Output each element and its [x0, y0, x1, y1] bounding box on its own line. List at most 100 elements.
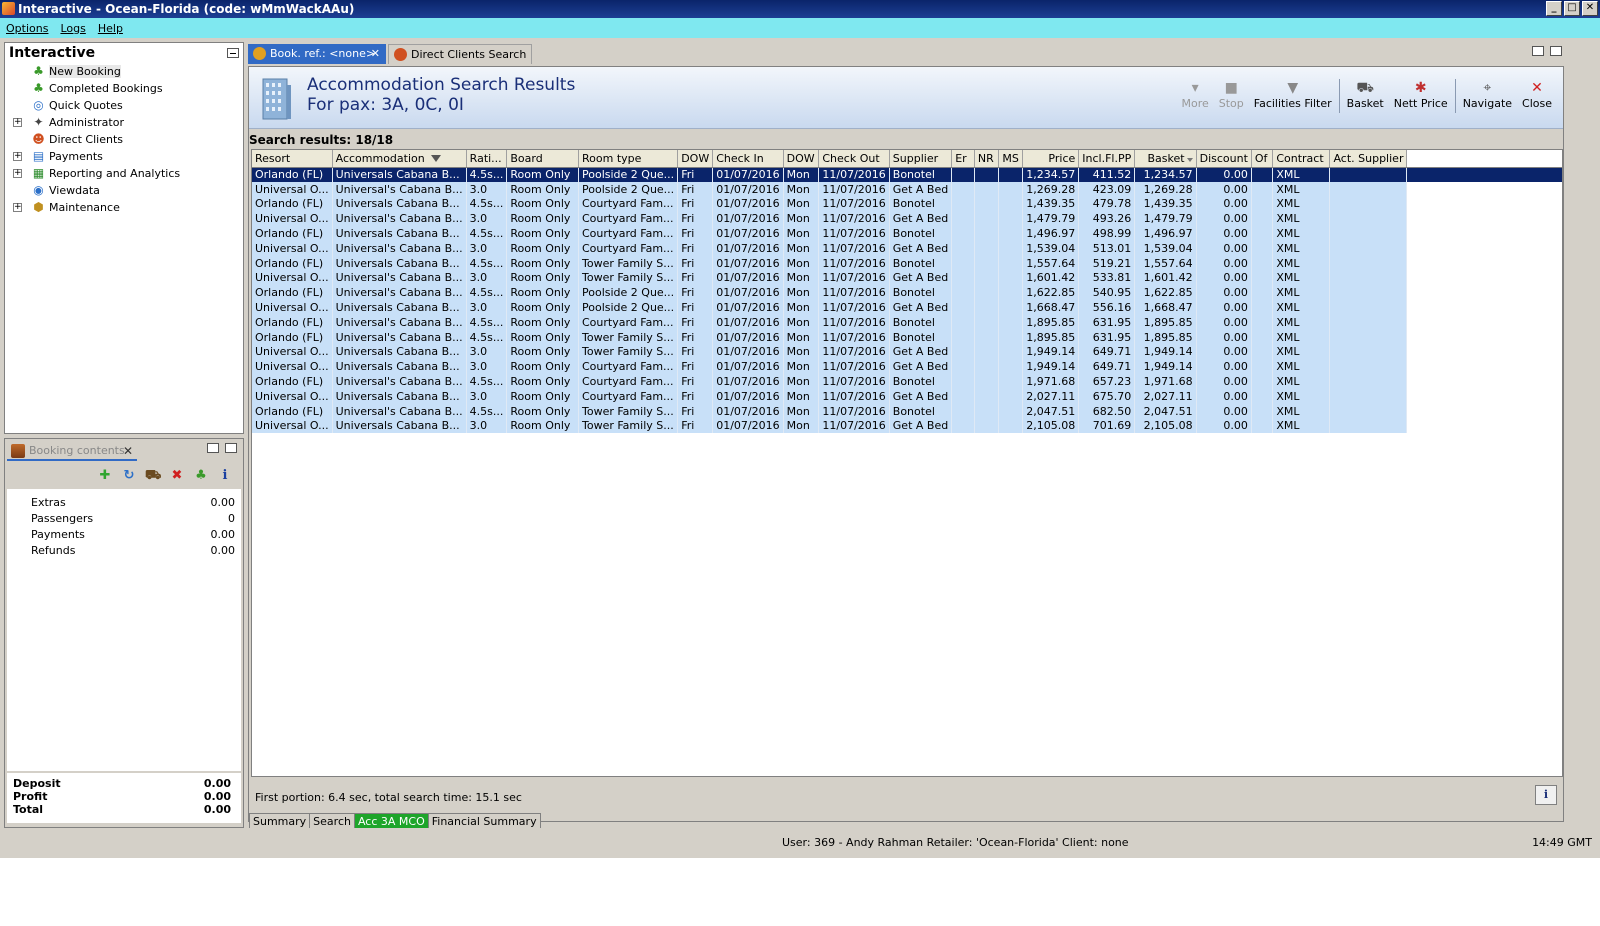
- column-header[interactable]: Room type: [578, 150, 679, 168]
- table-cell: [1329, 285, 1408, 301]
- nav-item-viewdata[interactable]: ◉ Viewdata: [5, 182, 243, 199]
- column-header[interactable]: Contract: [1272, 150, 1331, 168]
- panel-minimize-button[interactable]: [227, 48, 239, 58]
- column-header[interactable]: Er: [951, 150, 975, 168]
- table-row[interactable]: Orlando (FL) Universals Cabana B... 4.5s..…: [252, 167, 1562, 182]
- column-header[interactable]: Supplier: [889, 150, 953, 168]
- close-window-button[interactable]: ✕: [1582, 1, 1598, 16]
- column-header[interactable]: DOW: [783, 150, 820, 168]
- palm-tree-icon[interactable]: ♣: [193, 468, 209, 484]
- close-tab-icon[interactable]: ✕: [123, 441, 133, 461]
- expand-icon[interactable]: +: [13, 118, 22, 127]
- column-header[interactable]: DOW: [677, 150, 714, 168]
- table-row[interactable]: Universal O... Universals Cabana B... 3.0 R…: [252, 300, 1562, 315]
- add-icon[interactable]: ✚: [97, 468, 113, 484]
- stop-button[interactable]: ■ Stop: [1214, 79, 1249, 110]
- expand-icon[interactable]: +: [13, 169, 22, 178]
- table-row[interactable]: Orlando (FL) Universals Cabana B... 4.5s..…: [252, 255, 1562, 271]
- table-row[interactable]: Universal O... Universal's Cabana B... 3.0…: [252, 270, 1562, 286]
- table-row[interactable]: Orlando (FL) Universals Cabana B... 4.5s..…: [252, 226, 1562, 241]
- delete-icon[interactable]: ✖: [169, 468, 185, 484]
- refresh-icon[interactable]: ↻: [121, 468, 137, 484]
- table-cell: XML: [1272, 181, 1331, 197]
- table-cell: 01/07/2016: [712, 211, 784, 227]
- expand-icon[interactable]: +: [13, 203, 22, 212]
- booking-contents-tab[interactable]: Booking contents ✕: [7, 441, 137, 461]
- table-cell: 0.00: [1196, 314, 1252, 330]
- editor-minimize-button[interactable]: [1532, 46, 1544, 56]
- column-header[interactable]: Price: [1022, 150, 1080, 168]
- table-row[interactable]: Universal O... Universals Cabana B... 3.0 R…: [252, 344, 1562, 360]
- column-filter-icon[interactable]: [430, 154, 441, 162]
- tab-direct-clients-search[interactable]: Direct Clients Search: [388, 44, 532, 64]
- column-header[interactable]: NR: [974, 150, 1000, 168]
- column-header[interactable]: Board: [506, 150, 579, 168]
- expand-icon[interactable]: +: [13, 152, 22, 161]
- table-row[interactable]: Universal O... Universals Cabana B... 3.0 R…: [252, 359, 1562, 375]
- nav-item-maintenance[interactable]: + ⬢ Maintenance: [5, 199, 243, 216]
- panel-maximize-button[interactable]: [225, 443, 237, 453]
- maximize-button[interactable]: □: [1564, 1, 1580, 16]
- column-header[interactable]: Rati...: [466, 150, 508, 168]
- nett-price-button[interactable]: ✱ Nett Price: [1389, 79, 1453, 110]
- menu-options[interactable]: Options: [6, 22, 48, 35]
- toolbar-separator: [1454, 79, 1456, 113]
- table-row[interactable]: Universal O... Universals Cabana B... 3.0 R…: [252, 418, 1562, 434]
- close-button[interactable]: ✕ Close: [1517, 79, 1557, 110]
- column-header[interactable]: Accommodation: [332, 150, 467, 168]
- column-header[interactable]: Discount: [1196, 150, 1252, 168]
- column-header[interactable]: Of: [1251, 150, 1274, 168]
- table-cell: [974, 285, 1000, 301]
- column-header[interactable]: Check In: [712, 150, 784, 168]
- booking-totals: Deposit 0.00 Profit 0.00 Total 0.00: [7, 773, 241, 823]
- nav-item-reporting-and-analytics[interactable]: + ▦ Reporting and Analytics: [5, 165, 243, 182]
- table-row[interactable]: Orlando (FL) Universal's Cabana B... 4.5s.…: [252, 374, 1562, 389]
- nav-item-completed-bookings[interactable]: ♣ Completed Bookings: [5, 80, 243, 97]
- table-cell: 01/07/2016: [712, 270, 784, 286]
- table-cell: Fri: [677, 388, 714, 404]
- tab-booking[interactable]: Book. ref.: <none> ✕: [248, 44, 386, 64]
- menu-logs[interactable]: Logs: [60, 22, 85, 35]
- basket-icon[interactable]: ⛟: [145, 468, 161, 484]
- table-cell: 0.00: [1196, 418, 1252, 434]
- nav-item-quick-quotes[interactable]: ◎ Quick Quotes: [5, 97, 243, 114]
- panel-minimize-button[interactable]: [207, 443, 219, 453]
- table-cell: 1,949.14: [1134, 359, 1197, 375]
- facilities-filter-button[interactable]: ▼ Facilities Filter: [1249, 79, 1337, 110]
- close-tab-icon[interactable]: ✕: [371, 44, 380, 64]
- table-row[interactable]: Universal O... Universal's Cabana B... 3.0…: [252, 211, 1562, 227]
- navigate-button[interactable]: ⌖ Navigate: [1458, 79, 1517, 110]
- table-row[interactable]: Universal O... Universals Cabana B... 3.0 R…: [252, 388, 1562, 404]
- table-row[interactable]: Orlando (FL) Universal's Cabana B... 4.5s.…: [252, 285, 1562, 301]
- basket-button[interactable]: ⛟ Basket: [1342, 79, 1389, 110]
- row-value: 0.00: [210, 528, 236, 541]
- column-header[interactable]: Check Out: [818, 150, 890, 168]
- table-row[interactable]: Orlando (FL) Universal's Cabana B... 4.5s.…: [252, 314, 1562, 330]
- more-button[interactable]: ▾ More: [1176, 79, 1213, 110]
- table-row[interactable]: Universal O... Universal's Cabana B... 3.0…: [252, 181, 1562, 197]
- table-row[interactable]: Orlando (FL) Universals Cabana B... 4.5s..…: [252, 196, 1562, 212]
- column-header[interactable]: Resort: [252, 150, 333, 168]
- editor-maximize-button[interactable]: [1550, 46, 1562, 56]
- menu-help[interactable]: Help: [98, 22, 123, 35]
- column-header[interactable]: Act. Supplier: [1329, 150, 1408, 168]
- nav-item-direct-clients[interactable]: ☻ Direct Clients: [5, 131, 243, 148]
- column-header[interactable]: MS: [998, 150, 1024, 168]
- table-row[interactable]: Orlando (FL) Universal's Cabana B... 4.5s.…: [252, 329, 1562, 345]
- palm-tree-icon: ♣: [33, 81, 44, 95]
- column-header[interactable]: Basket: [1134, 150, 1197, 168]
- table-row[interactable]: Universal O... Universal's Cabana B... 3.0…: [252, 240, 1562, 256]
- table-cell: 1,557.64: [1022, 255, 1080, 271]
- nav-item-administrator[interactable]: + ✦ Administrator: [5, 114, 243, 131]
- table-cell: [974, 240, 1000, 256]
- minimize-button[interactable]: _: [1546, 1, 1562, 16]
- nav-item-payments[interactable]: + ▤ Payments: [5, 148, 243, 165]
- table-cell: Mon: [783, 255, 820, 271]
- info-button[interactable]: i: [1535, 785, 1557, 805]
- table-row[interactable]: Orlando (FL) Universal's Cabana B... 4.5s.…: [252, 403, 1562, 419]
- table-cell: 01/07/2016: [712, 255, 784, 271]
- nav-item-new-booking[interactable]: ♣ New Booking: [5, 63, 243, 80]
- info-icon[interactable]: i: [217, 468, 233, 484]
- table-cell: 11/07/2016: [818, 359, 890, 375]
- column-header[interactable]: Incl.Fl.PP: [1078, 150, 1136, 168]
